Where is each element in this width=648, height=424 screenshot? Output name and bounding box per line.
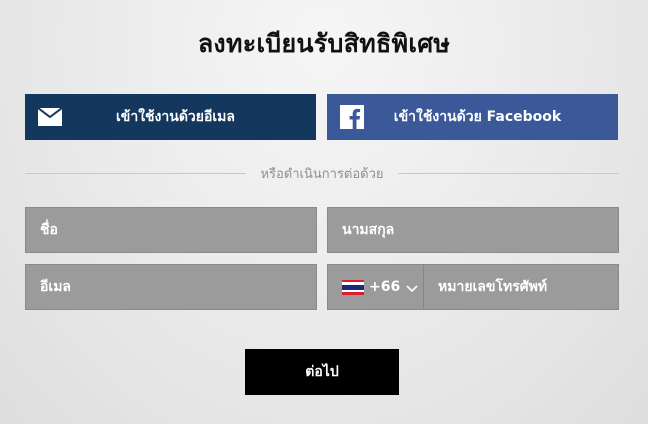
divider-text: หรือดำเนินการต่อด้วย (260, 166, 384, 182)
facebook-login-label: เข้าใช้งานด้วย Facebook (393, 109, 562, 125)
envelope-icon (25, 94, 75, 140)
phone-field: +66 (327, 264, 619, 310)
facebook-login-button[interactable]: เข้าใช้งานด้วย Facebook (327, 94, 618, 140)
email-login-label: เข้าใช้งานด้วยอีเมล (116, 109, 235, 125)
last-name-input[interactable] (327, 207, 619, 253)
email-login-button[interactable]: เข้าใช้งานด้วยอีเมล (25, 94, 316, 140)
or-divider: หรือดำเนินการต่อด้วย (25, 164, 619, 182)
divider-line-right (397, 172, 619, 174)
country-code-select[interactable]: +66 (328, 265, 424, 309)
email-input[interactable] (25, 264, 317, 310)
thailand-flag-icon (342, 279, 364, 295)
chevron-down-icon (406, 278, 418, 297)
phone-input[interactable] (424, 265, 618, 309)
divider-line-left (25, 172, 247, 174)
page-title: ลงทะเบียนรับสิทธิพิเศษ (197, 29, 451, 58)
country-code: +66 (369, 279, 401, 295)
first-name-input[interactable] (25, 207, 317, 253)
next-button[interactable]: ต่อไป (245, 349, 399, 395)
facebook-icon (327, 94, 377, 140)
